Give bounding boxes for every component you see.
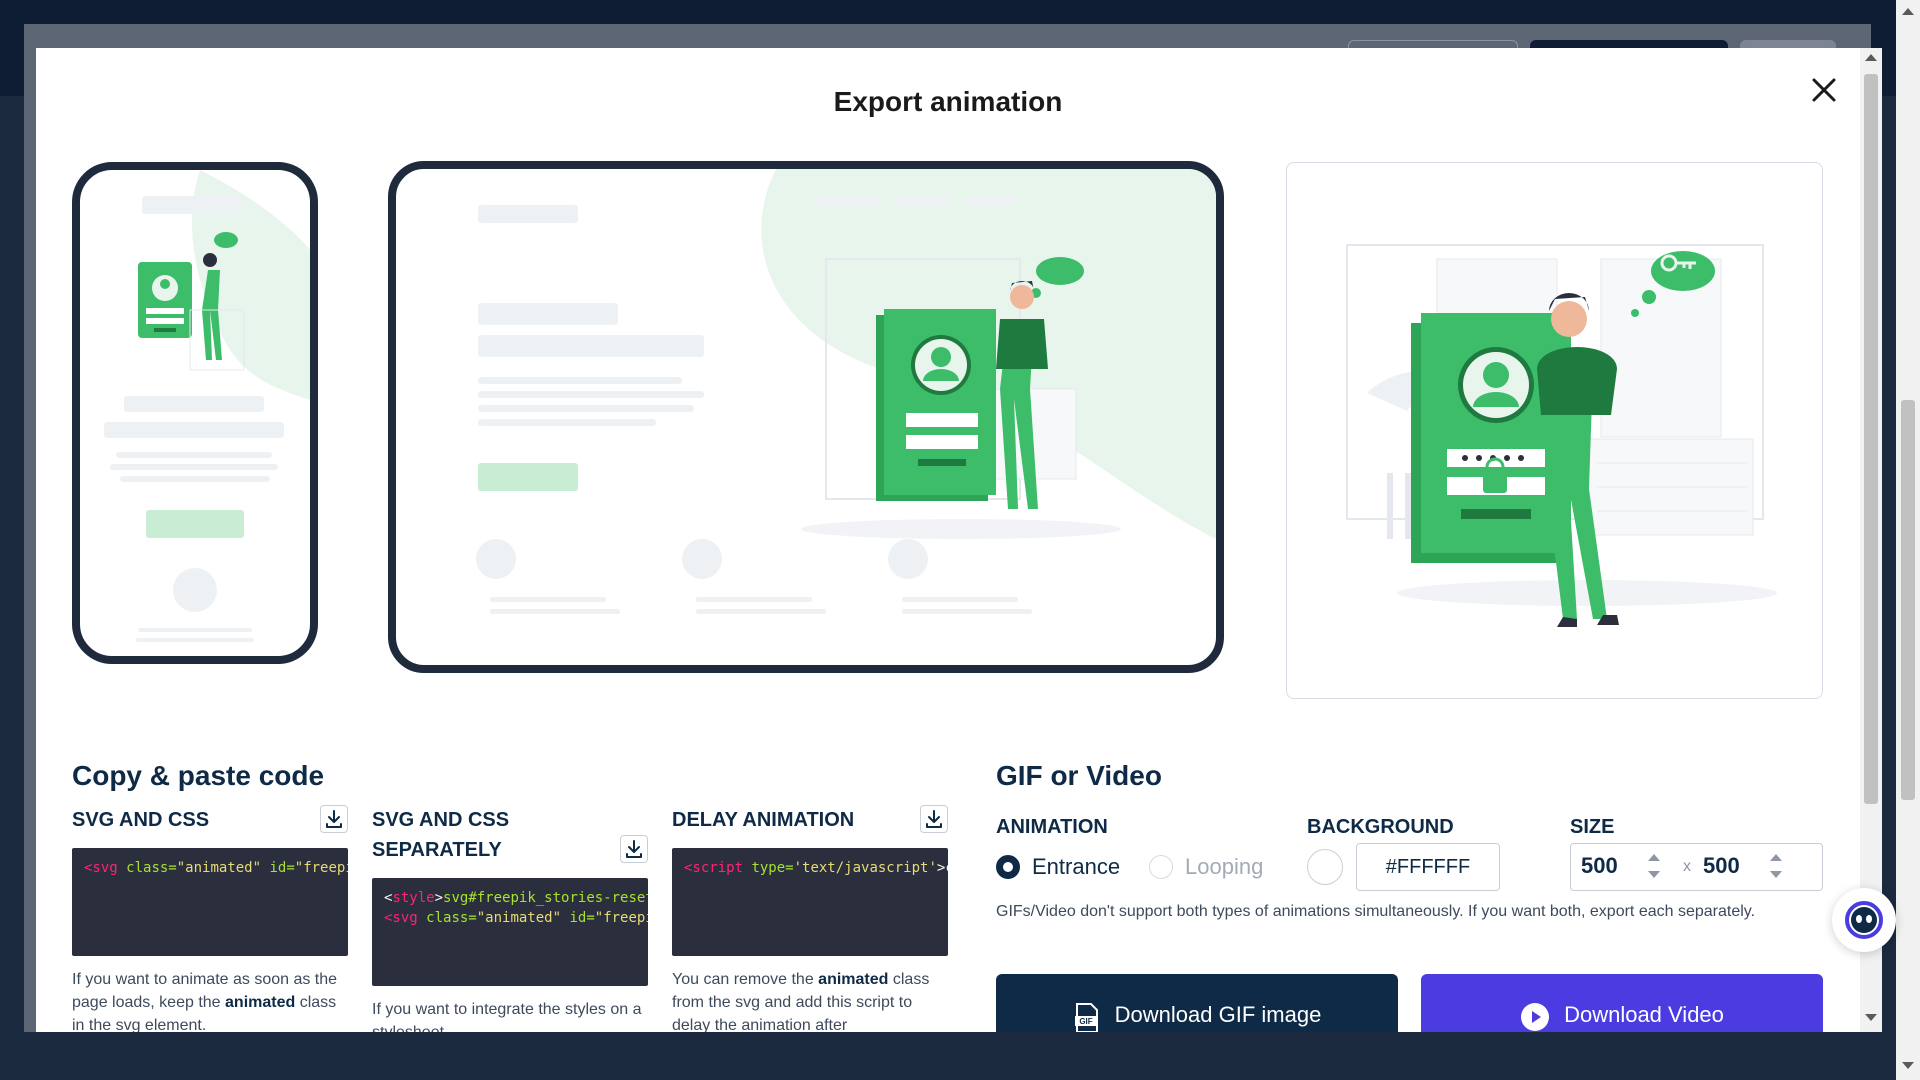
scroll-down-arrow-icon[interactable] [1865, 1014, 1877, 1021]
stepper-up-icon[interactable] [1770, 854, 1782, 861]
desktop-preview[interactable] [388, 161, 1224, 673]
modal-title: Export animation [833, 86, 1063, 117]
backdrop-footer [24, 1032, 1871, 1080]
svg-text:GIF: GIF [1079, 1017, 1092, 1026]
mobile-preview[interactable] [72, 162, 318, 664]
download-icon [626, 840, 642, 858]
code-help-segment: You can remove the [672, 971, 819, 988]
stepper-up-icon[interactable] [1648, 854, 1660, 861]
size-height-input[interactable]: 500 [1703, 853, 1763, 879]
page-scroll-up-arrow-icon[interactable] [1902, 8, 1914, 15]
code-help-text: You can remove the animated class from t… [672, 968, 948, 1032]
download-code-button[interactable] [620, 835, 648, 863]
code-column: SVG AND CSS <svg class="animated" id="fre… [72, 805, 348, 1032]
modal-scrollbar[interactable] [1860, 48, 1882, 1032]
size-width-stepper[interactable] [1645, 850, 1663, 884]
radio-entrance[interactable] [996, 855, 1020, 879]
code-token: "freepi [594, 910, 648, 926]
code-token: style [392, 890, 435, 906]
download-video-label: Download Video [1564, 1002, 1724, 1027]
page-scroll-down-arrow-icon[interactable] [1902, 1062, 1914, 1069]
code-column: DELAY ANIMATION <script type='text/javasc… [672, 805, 948, 1032]
code-column-header: SVG AND CSS SEPARATELY [372, 805, 648, 865]
radio-entrance-label[interactable]: Entrance [1032, 853, 1120, 881]
code-help-text: If you want to integrate the styles on a… [372, 998, 648, 1032]
code-column-header: DELAY ANIMATION [672, 805, 948, 865]
desktop-preview-illustration [476, 169, 1216, 614]
chat-face-icon [1845, 901, 1883, 939]
code-help-emphasis: animated [818, 971, 889, 988]
gif-video-title: GIF or Video [996, 760, 1162, 791]
copy-paste-title: Copy & paste code [72, 760, 325, 791]
download-gif-button[interactable]: GIF Download GIF image [996, 974, 1398, 1032]
download-code-button[interactable] [320, 805, 348, 833]
chat-widget-button[interactable] [1832, 888, 1896, 952]
scroll-thumb[interactable] [1864, 74, 1878, 804]
code-column: SVG AND CSS SEPARATELY <style>svg#freepik… [372, 805, 648, 1032]
download-video-button[interactable]: Download Video [1421, 974, 1823, 1032]
code-token: <svg [384, 910, 427, 926]
page-scroll-thumb[interactable] [1901, 400, 1915, 800]
size-height-stepper[interactable] [1767, 850, 1785, 884]
code-token: svg#freepik_stories-reset [443, 890, 648, 906]
image-preview[interactable] [1286, 162, 1823, 699]
download-icon [926, 810, 942, 828]
close-icon [1812, 78, 1836, 102]
background-hex-input[interactable] [1356, 843, 1500, 891]
code-line: <svg class="animated" id="freepi [384, 908, 648, 928]
stepper-down-icon[interactable] [1770, 871, 1782, 878]
code-column-header: SVG AND CSS [72, 805, 348, 865]
code-column-label: SVG AND CSS SEPARATELY [372, 809, 510, 861]
code-help-text: If you want to animate as soon as the pa… [72, 968, 348, 1032]
code-column-label: SVG AND CSS [72, 809, 210, 831]
code-help-segment: If you want to integrate the styles on a… [372, 1001, 642, 1032]
download-gif-label: Download GIF image [1114, 1002, 1322, 1027]
scroll-up-arrow-icon[interactable] [1865, 54, 1877, 61]
close-button[interactable] [1804, 70, 1844, 110]
code-column-label: DELAY ANIMATION [672, 809, 855, 831]
size-times: x [1683, 858, 1691, 875]
animation-label: ANIMATION [996, 816, 1108, 838]
size-inputs: 500 x 500 [1570, 843, 1823, 891]
gif-file-icon: GIF [1074, 1003, 1098, 1032]
code-token: class= [426, 910, 477, 926]
code-line: <style>svg#freepik_stories-reset [384, 888, 648, 908]
export-modal: Export animation Copy & paste code SVG A… [36, 48, 1860, 1032]
code-token: > [434, 890, 444, 906]
play-icon [1521, 1003, 1550, 1031]
code-snippet[interactable]: <style>svg#freepik_stories-reset <svg cla… [372, 878, 648, 986]
download-icon [326, 810, 342, 828]
background-label: BACKGROUND [1307, 816, 1454, 838]
code-token: "animated" [476, 910, 562, 926]
size-label: SIZE [1570, 816, 1615, 838]
character-login-illustration [1346, 244, 1777, 627]
mobile-preview-illustration [104, 170, 310, 642]
code-token: id= [569, 910, 595, 926]
radio-looping[interactable] [1149, 855, 1173, 879]
gif-video-note: GIFs/Video don't support both types of a… [996, 903, 1756, 920]
download-code-button[interactable] [920, 805, 948, 833]
background-color-swatch[interactable] [1307, 849, 1343, 885]
code-help-emphasis: animated [225, 994, 296, 1011]
page-scrollbar[interactable] [1896, 0, 1920, 1080]
radio-looping-label[interactable]: Looping [1185, 853, 1263, 881]
stepper-down-icon[interactable] [1648, 871, 1660, 878]
size-width-input[interactable]: 500 [1581, 853, 1641, 879]
